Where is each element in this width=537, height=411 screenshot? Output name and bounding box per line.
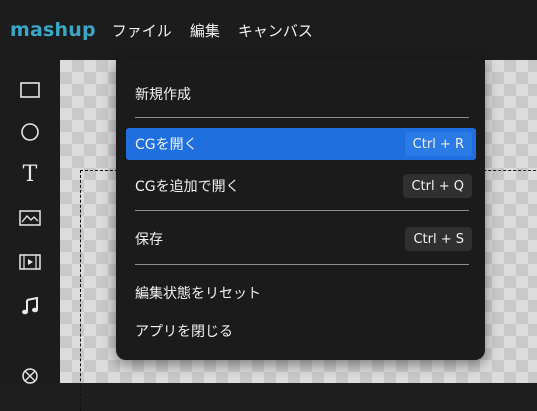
image-icon: [19, 210, 41, 226]
menu-item-label: 保存: [135, 232, 163, 248]
file-menu-dropdown: 新規作成 CGを開く Ctrl + R CGを追加で開く Ctrl + Q 保存…: [116, 60, 485, 360]
menu-item-open-cg-append[interactable]: CGを追加で開く Ctrl + Q: [126, 170, 476, 202]
menu-file[interactable]: ファイル: [112, 20, 172, 41]
menu-item-reset-edit[interactable]: 編集状態をリセット: [126, 277, 476, 309]
pattern-icon: [22, 368, 38, 384]
menu-separator: [135, 210, 469, 211]
tool-palette: T: [0, 60, 60, 384]
menu-bar: mashup ファイル 編集 キャンバス: [0, 0, 537, 60]
menu-item-label: CGを追加で開く: [135, 179, 240, 195]
menu-canvas[interactable]: キャンバス: [238, 20, 313, 41]
menu-item-label: CGを開く: [135, 137, 198, 153]
menu-item-label: アプリを閉じる: [135, 324, 233, 340]
menu-edit[interactable]: 編集: [190, 20, 220, 41]
menu-item-quit[interactable]: アプリを閉じる: [126, 315, 476, 347]
video-tool[interactable]: [0, 244, 60, 280]
text-icon: T: [22, 161, 38, 187]
menu-item-label: 編集状態をリセット: [135, 286, 261, 302]
image-tool[interactable]: [0, 200, 60, 236]
shortcut-badge: Ctrl + R: [404, 132, 472, 156]
menu-item-open-cg[interactable]: CGを開く Ctrl + R: [126, 128, 476, 160]
music-note-icon: [22, 297, 38, 315]
menu-item-new[interactable]: 新規作成: [126, 78, 476, 110]
ellipse-tool[interactable]: [0, 114, 60, 150]
menu-item-save[interactable]: 保存 Ctrl + S: [126, 223, 476, 255]
circle-icon: [21, 123, 39, 141]
text-tool[interactable]: T: [0, 156, 60, 192]
menu-item-label: 新規作成: [135, 87, 191, 103]
shortcut-badge: Ctrl + Q: [403, 174, 472, 198]
audio-tool[interactable]: [0, 288, 60, 324]
menu-separator: [135, 264, 469, 265]
shortcut-badge: Ctrl + S: [405, 227, 472, 251]
app-logo: mashup: [10, 19, 96, 41]
shape-tool[interactable]: [0, 358, 60, 394]
rectangle-tool[interactable]: [0, 72, 60, 108]
film-icon: [19, 254, 41, 270]
menu-separator: [135, 117, 469, 118]
rectangle-icon: [20, 82, 40, 98]
